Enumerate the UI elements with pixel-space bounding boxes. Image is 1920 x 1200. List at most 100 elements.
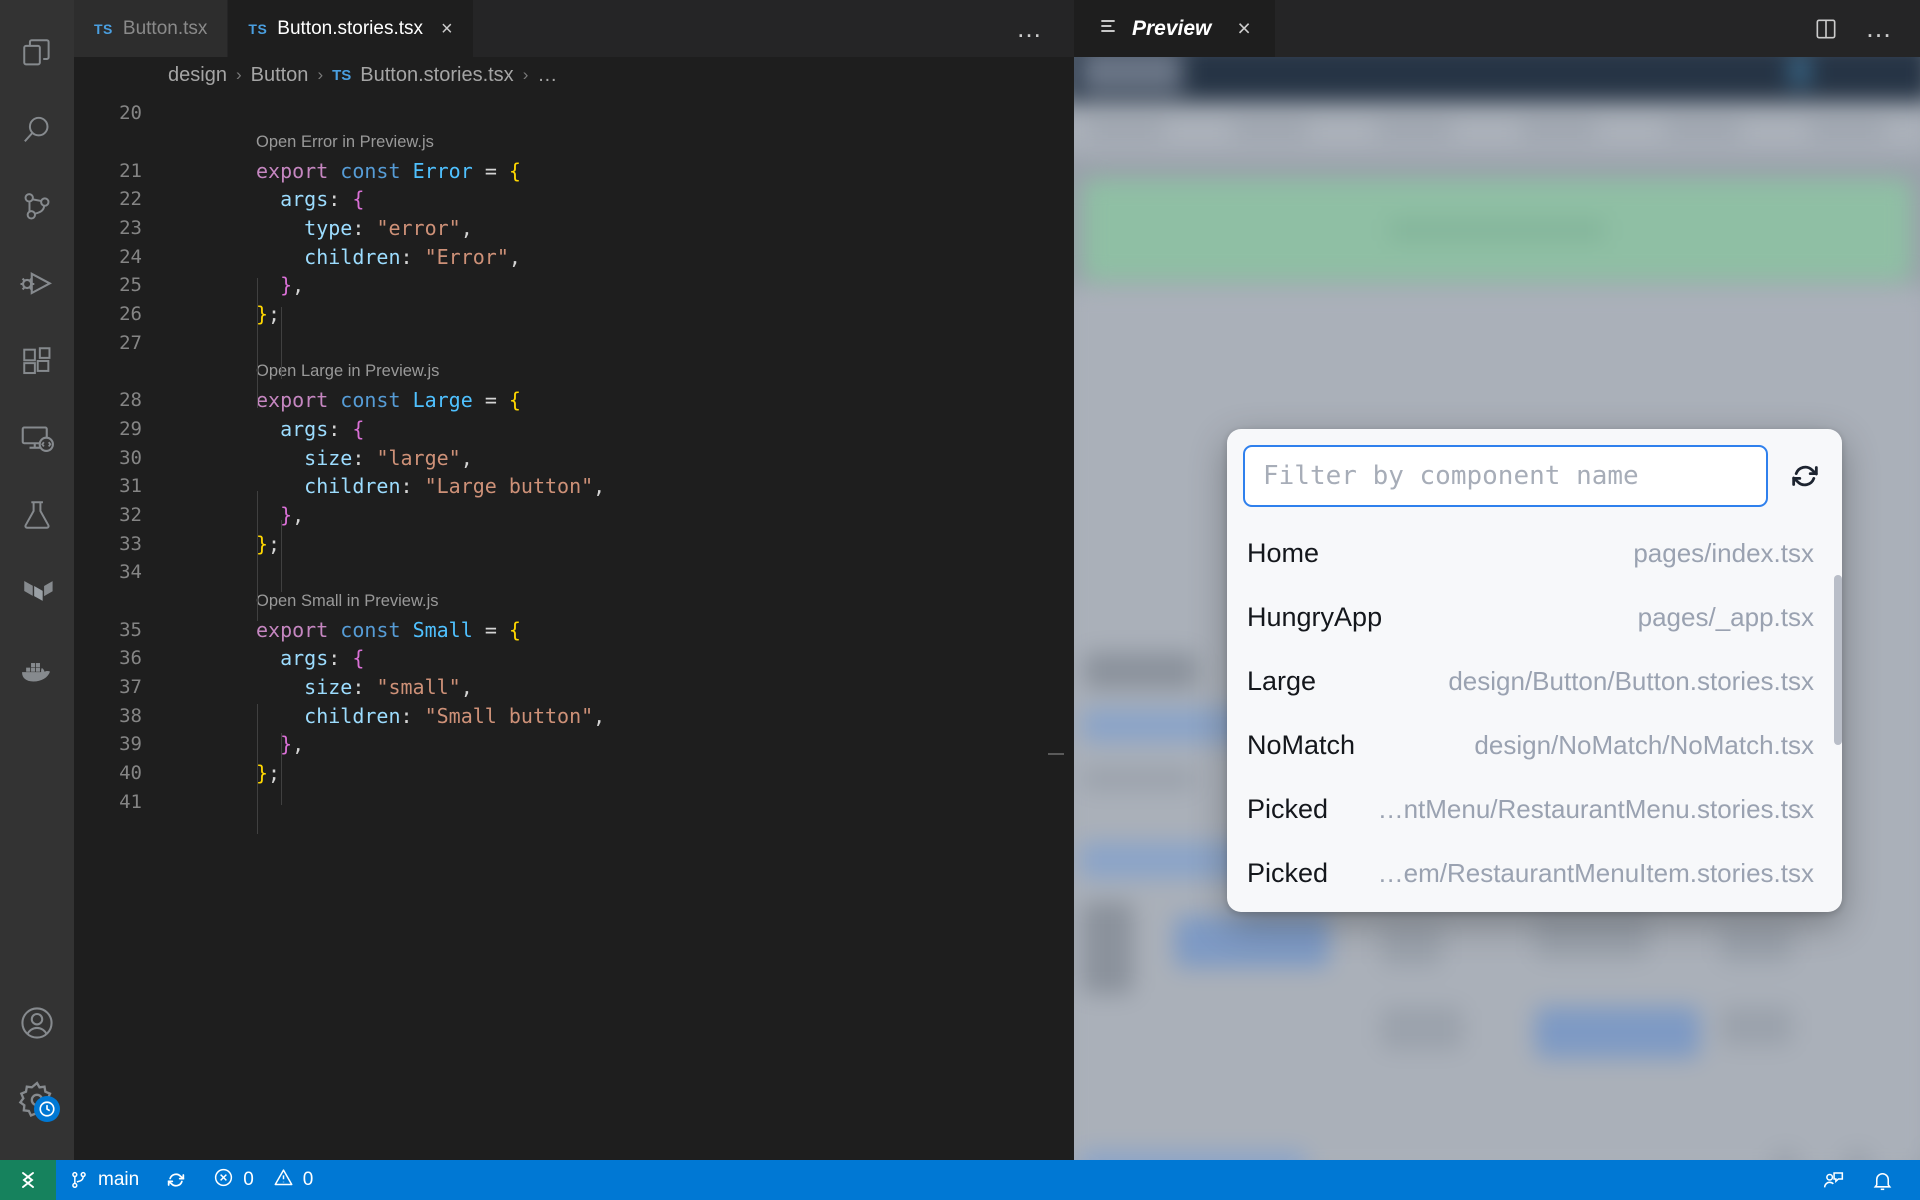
- code-line: 39 },: [74, 730, 1074, 759]
- line-number: 37: [119, 676, 142, 699]
- breadcrumb-item-overflow[interactable]: …: [537, 64, 557, 87]
- code-line: 20: [74, 99, 1074, 128]
- settings-gear-icon[interactable]: [0, 1061, 74, 1138]
- code-text: },: [280, 502, 305, 527]
- line-number: 20: [119, 102, 142, 125]
- refresh-icon[interactable]: [1782, 453, 1828, 499]
- docker-icon[interactable]: [0, 630, 74, 707]
- code-text: export const Small = {: [256, 617, 521, 642]
- code-text: size: "small",: [304, 675, 473, 700]
- code-text: args: {: [280, 646, 365, 671]
- list-item-path: pages/index.tsx: [1633, 537, 1814, 568]
- indent-guide: [257, 704, 258, 834]
- feedback-icon[interactable]: [1809, 1160, 1858, 1200]
- problems-status[interactable]: 0 0: [200, 1160, 326, 1200]
- search-icon[interactable]: [0, 91, 74, 168]
- code-line: 34: [74, 558, 1074, 587]
- list-scrollbar[interactable]: [1834, 575, 1842, 745]
- code-line: 36 args: {: [74, 644, 1074, 673]
- codelens-link[interactable]: Open Large in Preview.js: [74, 357, 1074, 386]
- code-editor[interactable]: 20 Open Error in Preview.js 21 export const…: [74, 93, 1074, 1160]
- content-block: [1380, 1006, 1464, 1050]
- tab-label: Button.stories.tsx: [277, 17, 424, 39]
- component-picker-dialog: Home pages/index.tsx HungryApp pages/_app.t…: [1227, 429, 1842, 912]
- extensions-icon[interactable]: [0, 322, 74, 399]
- indent-guide: [281, 733, 282, 805]
- list-item-path: …em/RestaurantMenuItem.stories.tsx: [1377, 857, 1814, 888]
- site-header: [1074, 57, 1920, 103]
- more-actions-icon[interactable]: …: [1865, 15, 1894, 41]
- source-control-branch[interactable]: main: [56, 1160, 152, 1200]
- line-number: 24: [119, 245, 142, 268]
- nav-item: [1232, 121, 1309, 137]
- line-number: 36: [119, 647, 142, 670]
- line-number: 29: [119, 417, 142, 440]
- content-block: [1916, 1155, 1920, 1160]
- list-item-name: Picked: [1247, 857, 1329, 888]
- content-block: [1083, 652, 1198, 690]
- codelens-link[interactable]: Open Small in Preview.js: [74, 587, 1074, 616]
- tab-button-stories-tsx[interactable]: TS Button.stories.tsx ×: [228, 0, 474, 57]
- close-icon[interactable]: ×: [1237, 15, 1250, 42]
- line-number: 23: [119, 217, 142, 240]
- code-text: export const Error = {: [256, 158, 521, 183]
- content-block: [1535, 915, 1649, 960]
- code-text: children: "Error",: [304, 244, 521, 269]
- content-block: [1720, 1006, 1793, 1046]
- line-number: 35: [119, 618, 142, 641]
- indent-guide: [281, 520, 282, 592]
- line-number: 38: [119, 704, 142, 727]
- tab-button-tsx[interactable]: TS Button.tsx: [74, 0, 229, 57]
- component-list[interactable]: Home pages/index.tsx HungryApp pages/_app.t…: [1243, 521, 1828, 912]
- breadcrumb: design › Button › TS Button.stories.tsx …: [74, 57, 1074, 93]
- run-and-debug-icon[interactable]: [0, 245, 74, 322]
- terraform-icon[interactable]: [0, 553, 74, 630]
- explorer-icon[interactable]: [0, 14, 74, 91]
- line-number: 30: [119, 446, 142, 469]
- close-icon[interactable]: ×: [441, 19, 453, 39]
- list-item[interactable]: Home pages/index.tsx: [1243, 521, 1828, 585]
- preview-viewport[interactable]: Home pages/index.tsx HungryApp pages/_app.t…: [1074, 57, 1920, 1160]
- notifications-bell-icon[interactable]: [1858, 1160, 1920, 1200]
- code-line: 31 children: "Large button",: [74, 472, 1074, 501]
- code-line: 26};: [74, 300, 1074, 329]
- codelens-link[interactable]: Open Error in Preview.js: [74, 128, 1074, 157]
- accounts-icon[interactable]: [0, 984, 74, 1061]
- list-item[interactable]: Picked …em/RestaurantMenuItem.stories.tsx: [1243, 841, 1828, 905]
- warning-icon: [273, 1167, 294, 1194]
- code-text: size: "large",: [304, 445, 473, 470]
- line-number: 22: [119, 188, 142, 211]
- code-line: 40};: [74, 759, 1074, 788]
- content-block: [1081, 767, 1196, 791]
- filter-input[interactable]: [1243, 445, 1768, 507]
- breadcrumb-item-file[interactable]: Button.stories.tsx: [360, 64, 513, 87]
- testing-icon[interactable]: [0, 476, 74, 553]
- code-line: 25 },: [74, 271, 1074, 300]
- code-line: 27: [74, 329, 1074, 358]
- code-line: 32 },: [74, 501, 1074, 530]
- tab-preview[interactable]: Preview ×: [1074, 0, 1275, 57]
- list-item[interactable]: NoMatch design/NoMatch/NoMatch.tsx: [1243, 713, 1828, 777]
- line-number: 25: [119, 274, 142, 297]
- chevron-right-icon: ›: [317, 65, 324, 84]
- source-control-icon[interactable]: [0, 168, 74, 245]
- list-item[interactable]: Picked …ntMenu/RestaurantMenu.stories.tsx: [1243, 777, 1828, 841]
- list-item-path: pages/_app.tsx: [1637, 601, 1814, 632]
- list-item[interactable]: HungryApp pages/_app.tsx: [1243, 585, 1828, 649]
- breadcrumb-item-design[interactable]: design: [168, 64, 227, 87]
- code-text: };: [256, 761, 281, 786]
- remote-window-icon[interactable]: [0, 1160, 56, 1200]
- line-number: 21: [119, 159, 142, 182]
- split-editor-icon[interactable]: [1813, 16, 1839, 42]
- remote-explorer-icon[interactable]: [0, 399, 74, 476]
- code-text: args: {: [280, 416, 365, 441]
- line-number: 27: [119, 331, 142, 354]
- code-text: children: "Small button",: [304, 703, 606, 728]
- breadcrumb-item-button[interactable]: Button: [251, 64, 309, 87]
- preview-panel: Preview × … Filter by component name Hom…: [1074, 0, 1920, 1160]
- code-content: 20 Open Error in Preview.js 21 export const…: [74, 93, 1074, 834]
- sync-icon[interactable]: [152, 1160, 200, 1200]
- code-line: 21 export const Error = {: [74, 156, 1074, 185]
- list-item[interactable]: Large design/Button/Button.stories.tsx: [1243, 649, 1828, 713]
- more-actions-icon[interactable]: …: [1016, 15, 1044, 40]
